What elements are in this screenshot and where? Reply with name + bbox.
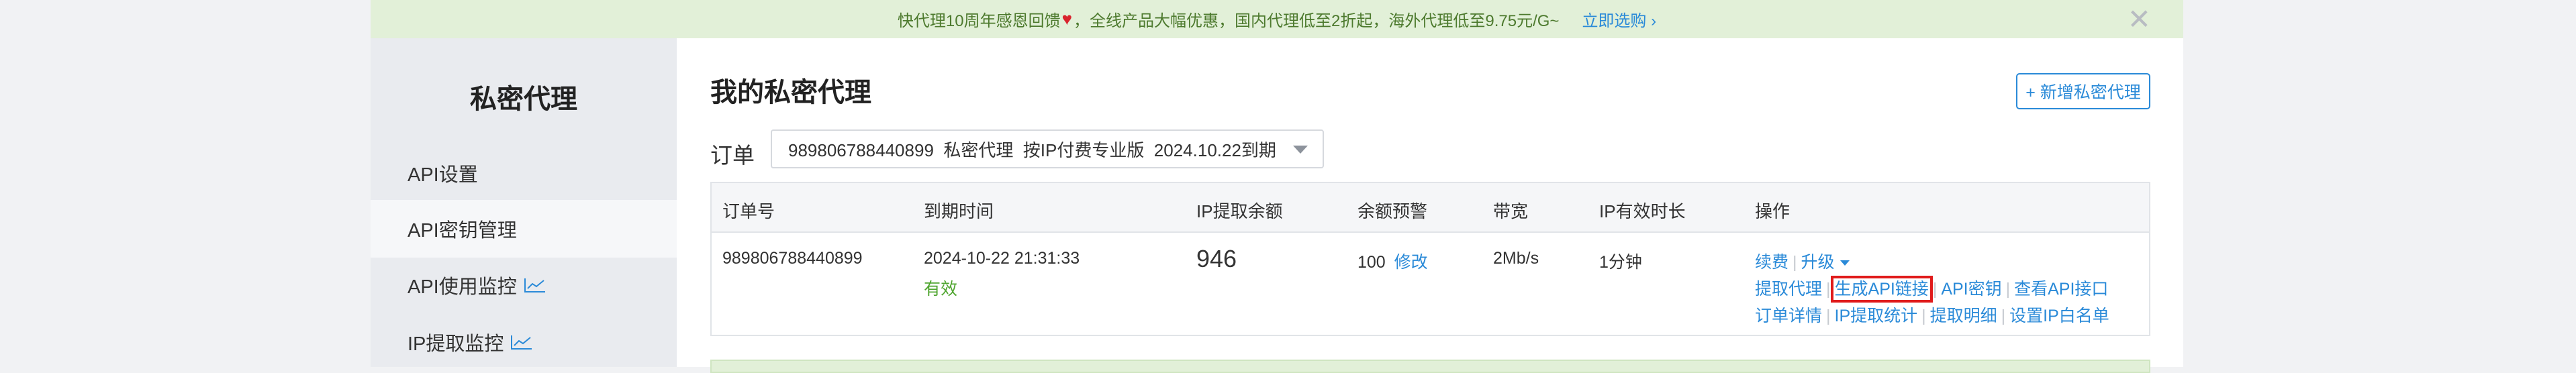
column-header: 到期时间 xyxy=(924,201,994,221)
warning-value: 100 xyxy=(1357,253,1386,272)
upgrade-link[interactable]: 升级 xyxy=(1801,253,1850,272)
divider: | xyxy=(1932,280,1938,299)
view-api-link[interactable]: 查看API接口 xyxy=(2014,280,2108,299)
expire-time: 2024-10-22 21:31:33 xyxy=(924,249,1080,268)
ops-line-3: 订单详情 | IP提取统计 | 提取明细 | 设置IP白名单 xyxy=(1755,303,2109,327)
column-header: 订单号 xyxy=(722,201,775,221)
ip-whitelist-link[interactable]: 设置IP白名单 xyxy=(2009,307,2109,325)
extract-detail-link[interactable]: 提取明细 xyxy=(1930,307,1997,325)
sidebar: 私密代理 API设置 API密钥管理 API使用监控 IP提取监控 xyxy=(371,38,677,367)
divider: | xyxy=(2001,307,2006,325)
divider: | xyxy=(1793,253,1797,272)
order-select-value: 989806788440899 私密代理 按IP付费专业版 2024.10.22… xyxy=(788,140,1276,160)
divider: | xyxy=(1826,307,1831,325)
sidebar-item-label: API设置 xyxy=(408,164,478,186)
chart-trend-icon xyxy=(524,278,545,292)
sidebar-item-api-settings[interactable]: API设置 xyxy=(371,144,677,202)
chart-trend-icon xyxy=(511,335,532,350)
sidebar-item-label: API密钥管理 xyxy=(408,220,517,242)
column-header: 操作 xyxy=(1755,201,1791,221)
ops-line-1: 续费 | 升级 xyxy=(1755,249,1850,273)
order-number: 989806788440899 xyxy=(722,249,863,268)
main-content: 我的私密代理 + 新增私密代理 订单 989806788440899 私密代理 … xyxy=(677,38,2183,373)
sidebar-item-ip-extract-monitor[interactable]: IP提取监控 xyxy=(371,313,677,371)
divider: | xyxy=(1826,280,1831,299)
order-select[interactable]: 989806788440899 私密代理 按IP付费专业版 2024.10.22… xyxy=(771,129,1324,168)
divider: | xyxy=(1921,307,1926,325)
sidebar-item-label: IP提取监控 xyxy=(408,333,504,355)
api-key-link[interactable]: API密钥 xyxy=(1941,280,2001,299)
status-badge: 有效 xyxy=(924,280,958,299)
upgrade-label: 升级 xyxy=(1801,253,1835,272)
heart-icon: ♥ xyxy=(1061,9,1073,29)
renew-link[interactable]: 续费 xyxy=(1755,253,1788,272)
extract-proxy-link[interactable]: 提取代理 xyxy=(1755,280,1822,299)
ip-duration: 1分钟 xyxy=(1599,253,1642,272)
chevron-down-icon xyxy=(1840,260,1850,266)
ops-line-2: 提取代理 | 生成API链接 | API密钥 | 查看API接口 xyxy=(1755,276,2108,303)
balance-warning: 100 修改 xyxy=(1357,249,1428,273)
sidebar-item-api-key-management[interactable]: API密钥管理 xyxy=(371,200,677,258)
column-header: IP提取余额 xyxy=(1196,201,1283,221)
chevron-down-icon xyxy=(1293,146,1308,154)
ip-balance: 946 xyxy=(1196,245,1237,272)
close-icon[interactable]: ✕ xyxy=(2128,5,2151,34)
column-header: 带宽 xyxy=(1493,201,1529,221)
order-detail-link[interactable]: 订单详情 xyxy=(1755,307,1822,325)
edit-warning-link[interactable]: 修改 xyxy=(1394,253,1428,272)
notice-strip xyxy=(710,360,2150,373)
order-label: 订单 xyxy=(710,143,755,168)
orders-table: 订单号 到期时间 IP提取余额 余额预警 带宽 IP有效时长 操作 989806… xyxy=(710,182,2150,336)
sidebar-title: 私密代理 xyxy=(470,85,577,114)
promo-text-before: 快代理10周年感恩回馈 xyxy=(897,12,1061,30)
bandwidth: 2Mb/s xyxy=(1493,249,1539,268)
buy-now-link[interactable]: 立即选购 › xyxy=(1582,7,1656,31)
promo-banner: 快代理10周年感恩回馈 ♥ ，全线产品大幅优惠，国内代理低至2折起，海外代理低至… xyxy=(371,0,2183,38)
promo-text-after: ，全线产品大幅优惠，国内代理低至2折起，海外代理低至9.75元/G~ xyxy=(1074,12,1560,30)
add-private-proxy-button[interactable]: + 新增私密代理 xyxy=(2016,73,2150,109)
table-header: 订单号 到期时间 IP提取余额 余额预警 带宽 IP有效时长 操作 xyxy=(712,183,2149,233)
column-header: 余额预警 xyxy=(1357,201,1428,221)
ip-stats-link[interactable]: IP提取统计 xyxy=(1835,307,1918,325)
column-header: IP有效时长 xyxy=(1599,201,1686,221)
generate-api-link-link[interactable]: 生成API链接 xyxy=(1830,276,1933,303)
page-title: 我的私密代理 xyxy=(710,78,871,107)
sidebar-item-api-usage-monitor[interactable]: API使用监控 xyxy=(371,256,677,314)
divider: | xyxy=(2005,280,2011,299)
sidebar-item-label: API使用监控 xyxy=(408,276,517,298)
